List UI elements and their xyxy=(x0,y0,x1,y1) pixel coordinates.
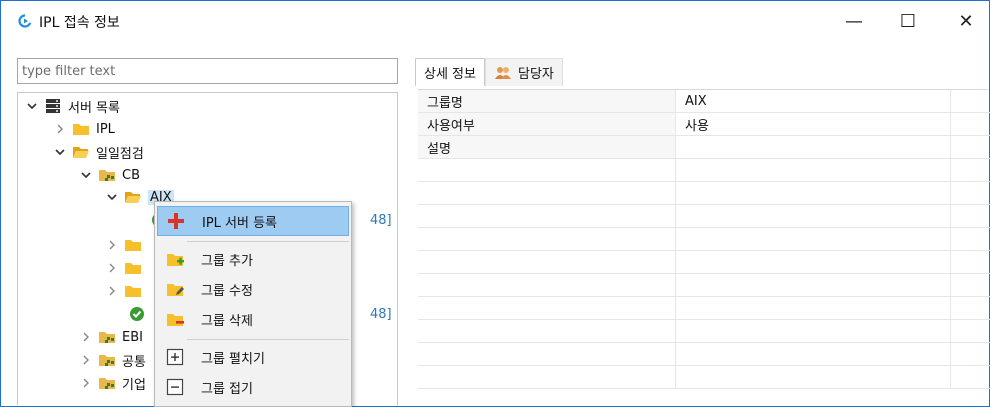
minimize-button[interactable]: — xyxy=(831,1,877,41)
folder-group-icon xyxy=(98,352,116,368)
chevron-down-icon[interactable] xyxy=(104,189,120,205)
folder-icon xyxy=(72,121,90,137)
detail-value[interactable] xyxy=(675,135,951,159)
tab-label: 상세 정보 xyxy=(424,67,476,82)
main-window: IPL 접속 정보 — ☐ ✕ 서버 목록 IPL 일일점검 xyxy=(0,0,990,407)
chevron-right-icon[interactable] xyxy=(104,237,120,253)
tree-node-common[interactable]: 공통 xyxy=(78,349,146,371)
close-button[interactable]: ✕ xyxy=(943,1,989,41)
folder-group-icon xyxy=(98,329,116,345)
tree-node-folder[interactable] xyxy=(104,234,148,256)
collapse-box-icon xyxy=(165,377,185,397)
tree-label: EBI xyxy=(122,329,143,345)
menu-separator xyxy=(187,241,349,242)
tree-node-cb[interactable]: CB xyxy=(78,164,140,186)
people-icon xyxy=(494,66,511,79)
folder-group-icon xyxy=(98,375,116,391)
table-row xyxy=(418,342,990,366)
table-row[interactable]: 설명 xyxy=(418,135,990,159)
window-title: IPL 접속 정보 xyxy=(39,15,120,31)
detail-key: 사용여부 xyxy=(418,112,676,136)
table-row xyxy=(418,227,990,251)
server-icon xyxy=(44,98,62,114)
chevron-right-icon[interactable] xyxy=(78,329,94,345)
tree-node-root[interactable]: 서버 목록 xyxy=(24,95,120,117)
check-icon xyxy=(128,306,146,322)
title-bar[interactable]: IPL 접속 정보 — ☐ ✕ xyxy=(1,1,989,41)
menu-item-edit-group[interactable]: 그룹 수정 xyxy=(157,274,349,304)
menu-item-collapse-group[interactable]: 그룹 접기 xyxy=(157,372,349,402)
table-row[interactable]: 그룹명 AIX xyxy=(418,90,990,113)
chevron-down-icon[interactable] xyxy=(52,144,68,160)
table-row xyxy=(418,319,990,343)
tree-label: 48] xyxy=(370,306,392,322)
tree-node-folder[interactable] xyxy=(104,280,148,302)
chevron-right-icon[interactable] xyxy=(78,352,94,368)
folder-icon xyxy=(124,283,142,299)
tree-node-ipl[interactable]: IPL xyxy=(52,118,115,140)
menu-label: 그룹 추가 xyxy=(201,253,253,269)
chevron-down-icon[interactable] xyxy=(78,167,94,183)
table-row xyxy=(418,365,990,389)
tree-node-enterprise[interactable]: 기업 xyxy=(78,372,146,394)
plus-red-icon xyxy=(166,211,186,231)
table-row xyxy=(418,296,990,320)
filter-input[interactable] xyxy=(17,58,398,84)
refresh-arrow-icon xyxy=(18,14,32,28)
menu-item-add-group[interactable]: 그룹 추가 xyxy=(157,244,349,274)
chevron-right-icon[interactable] xyxy=(104,283,120,299)
menu-item-register-ipl-server[interactable]: IPL 서버 등록 xyxy=(157,206,349,236)
maximize-button[interactable]: ☐ xyxy=(885,1,931,41)
menu-label: IPL 서버 등록 xyxy=(202,215,278,231)
detail-value[interactable]: AIX xyxy=(675,90,951,113)
menu-separator xyxy=(187,339,349,340)
menu-label: 그룹 수정 xyxy=(201,283,253,299)
tree-label: 공통 xyxy=(122,354,146,370)
table-row[interactable]: 사용여부 사용 xyxy=(418,112,990,136)
folder-group-icon xyxy=(98,167,116,183)
tree-label: CB xyxy=(122,167,140,183)
chevron-right-icon[interactable] xyxy=(52,121,68,137)
table-row xyxy=(418,181,990,205)
tree-label: 일일점검 xyxy=(96,146,144,162)
table-row xyxy=(418,204,990,228)
tree-label: 기업 xyxy=(122,377,146,393)
menu-item-expand-group[interactable]: 그룹 펼치기 xyxy=(157,342,349,372)
tab-label: 담당자 xyxy=(517,67,554,82)
menu-label: 그룹 삭제 xyxy=(201,313,253,329)
table-row xyxy=(418,250,990,274)
folder-icon xyxy=(124,260,142,276)
detail-key: 그룹명 xyxy=(418,90,676,113)
tree-node-ebi[interactable]: EBI xyxy=(78,326,143,348)
folder-open-icon xyxy=(72,144,90,160)
tree-node-folder[interactable] xyxy=(104,257,148,279)
tree-node-daily-check[interactable]: 일일점검 xyxy=(52,141,144,163)
chevron-down-icon[interactable] xyxy=(24,98,40,114)
folder-icon xyxy=(124,237,142,253)
tab-details[interactable]: 상세 정보 xyxy=(415,58,485,86)
folder-edit-icon xyxy=(165,279,185,299)
table-row xyxy=(418,273,990,297)
context-menu: IPL 서버 등록 그룹 추가 그룹 수정 그룹 삭제 그룹 펼치기 그룹 접기 xyxy=(154,201,352,407)
expand-box-icon xyxy=(165,347,185,367)
detail-key: 설명 xyxy=(418,135,676,159)
folder-open-icon xyxy=(124,189,142,205)
chevron-right-icon[interactable] xyxy=(104,260,120,276)
table-row xyxy=(418,158,990,182)
tree-label: IPL xyxy=(96,121,115,137)
menu-item-delete-group[interactable]: 그룹 삭제 xyxy=(157,304,349,334)
tree-label: 서버 목록 xyxy=(68,100,120,116)
menu-label: 그룹 접기 xyxy=(201,381,253,397)
right-pane: 상세 정보 담당자 그룹명 AIX 사용여부 사용 설명 xyxy=(415,58,990,406)
tab-strip: 상세 정보 담당자 xyxy=(415,58,563,86)
folder-add-icon xyxy=(165,249,185,269)
folder-delete-icon xyxy=(165,309,185,329)
details-grid: 그룹명 AIX 사용여부 사용 설명 xyxy=(418,89,990,406)
tab-manager[interactable]: 담당자 xyxy=(484,58,563,86)
menu-label: 그룹 펼치기 xyxy=(201,351,265,367)
chevron-right-icon[interactable] xyxy=(78,375,94,391)
tree-label: 48] xyxy=(370,212,392,228)
detail-value[interactable]: 사용 xyxy=(675,112,951,136)
